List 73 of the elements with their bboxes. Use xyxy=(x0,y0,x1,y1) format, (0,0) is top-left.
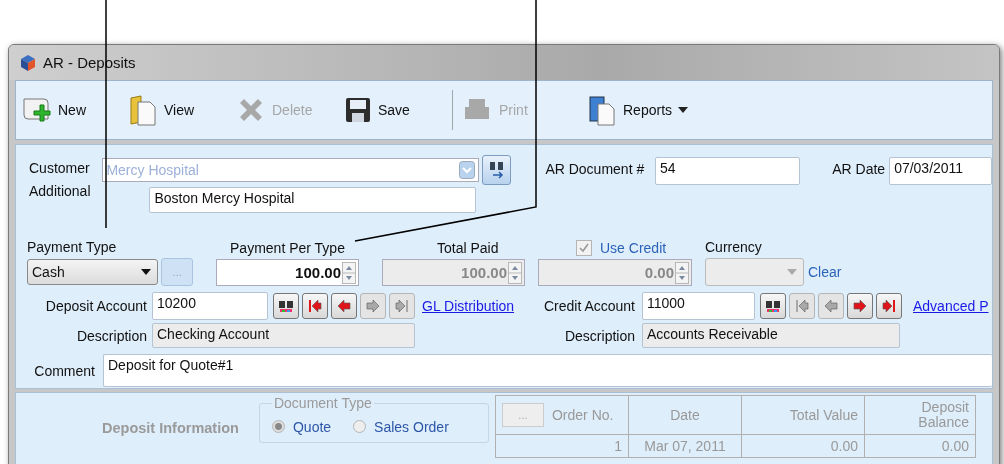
spin-buttons[interactable] xyxy=(675,261,689,284)
next-button[interactable] xyxy=(847,293,873,319)
table-cell: 1 xyxy=(495,434,629,458)
cube-icon xyxy=(19,53,37,72)
field-label: Additional xyxy=(29,183,92,199)
table-cell: 0.00 xyxy=(741,434,865,458)
field-label: Total Paid xyxy=(436,240,500,256)
field-label: Credit Account xyxy=(542,298,635,314)
last-arrow-icon xyxy=(394,298,410,314)
folder-document-icon xyxy=(128,94,158,126)
left-arrow-icon xyxy=(823,298,839,314)
link[interactable]: GL Distribution xyxy=(422,298,515,314)
currency-combo[interactable] xyxy=(705,258,804,286)
last-arrow-icon xyxy=(881,298,897,314)
radio-button[interactable] xyxy=(271,420,285,433)
field-label: Payment Type xyxy=(27,239,118,255)
first-arrow-icon xyxy=(794,298,810,314)
field-label: AR Date xyxy=(831,161,887,177)
additional-field[interactable]: Boston Mercy Hospital xyxy=(149,187,477,213)
field-label: AR Document # xyxy=(545,161,646,177)
ar-date-field[interactable]: 07/03/2011 xyxy=(889,157,992,185)
link[interactable]: Advanced P xyxy=(913,298,989,314)
last-button[interactable] xyxy=(876,293,902,319)
table-cell: Mar 07, 2011 xyxy=(628,434,742,458)
column-title: Order No. xyxy=(551,407,614,423)
field-label: Currency xyxy=(705,239,763,255)
comment-field[interactable]: Deposit for Quote#1 xyxy=(103,354,992,387)
caret-icon xyxy=(787,269,797,275)
field-label: Description xyxy=(75,327,147,344)
scroll-plus-icon xyxy=(20,95,52,125)
field-label: Payment Per Type xyxy=(229,240,346,256)
field-label: Customer xyxy=(29,160,91,176)
account-field[interactable]: 11000 xyxy=(642,292,755,320)
find-button[interactable] xyxy=(482,155,512,185)
right-arrow-icon xyxy=(852,298,868,314)
field-label: Deposit Account xyxy=(44,298,147,314)
binoculars-icon xyxy=(765,298,781,314)
spin-buttons[interactable] xyxy=(342,261,356,284)
lookup-button[interactable] xyxy=(760,293,786,319)
save-button[interactable]: Save xyxy=(344,96,444,124)
lookup-button[interactable] xyxy=(273,293,299,319)
dropdown-icon xyxy=(459,161,476,179)
field-label: Description xyxy=(563,327,635,344)
checkbox-label: Use Credit xyxy=(600,240,667,256)
radio-option[interactable]: Quote xyxy=(271,418,332,435)
documents-icon xyxy=(587,94,617,126)
group-label: Document Type xyxy=(272,395,373,411)
spin-buttons[interactable] xyxy=(508,261,522,284)
caret-icon xyxy=(678,107,689,113)
description-field: Accounts Receivable xyxy=(642,323,900,348)
account-field[interactable]: 10200 xyxy=(152,292,268,320)
total-paid-field: 100.00 xyxy=(382,259,525,286)
radio-button[interactable] xyxy=(353,420,367,433)
view-button[interactable]: View xyxy=(128,94,228,126)
radio-option[interactable]: Sales Order xyxy=(353,418,449,435)
reports-button[interactable]: Reports xyxy=(587,94,717,126)
left-arrow-icon xyxy=(336,298,352,314)
right-arrow-icon xyxy=(365,298,381,314)
prev-button[interactable] xyxy=(331,293,357,319)
field-label: Comment xyxy=(33,362,95,379)
binoculars-icon xyxy=(278,298,294,314)
ar-document-field[interactable]: 54 xyxy=(655,157,800,185)
table-cell: 0.00 xyxy=(864,434,976,458)
clear-link[interactable]: Clear xyxy=(808,264,842,280)
description-field: Checking Account xyxy=(152,323,415,348)
first-arrow-icon xyxy=(307,298,323,314)
payment-field[interactable]: 100.00 xyxy=(216,259,359,286)
section-title: Deposit Information xyxy=(102,420,239,436)
first-button[interactable] xyxy=(302,293,328,319)
payment-type-combo[interactable]: Cash xyxy=(27,259,159,285)
caret-icon xyxy=(141,269,152,275)
credit-amount-field: 0.00 xyxy=(538,259,692,286)
new-button[interactable]: New xyxy=(20,95,120,125)
